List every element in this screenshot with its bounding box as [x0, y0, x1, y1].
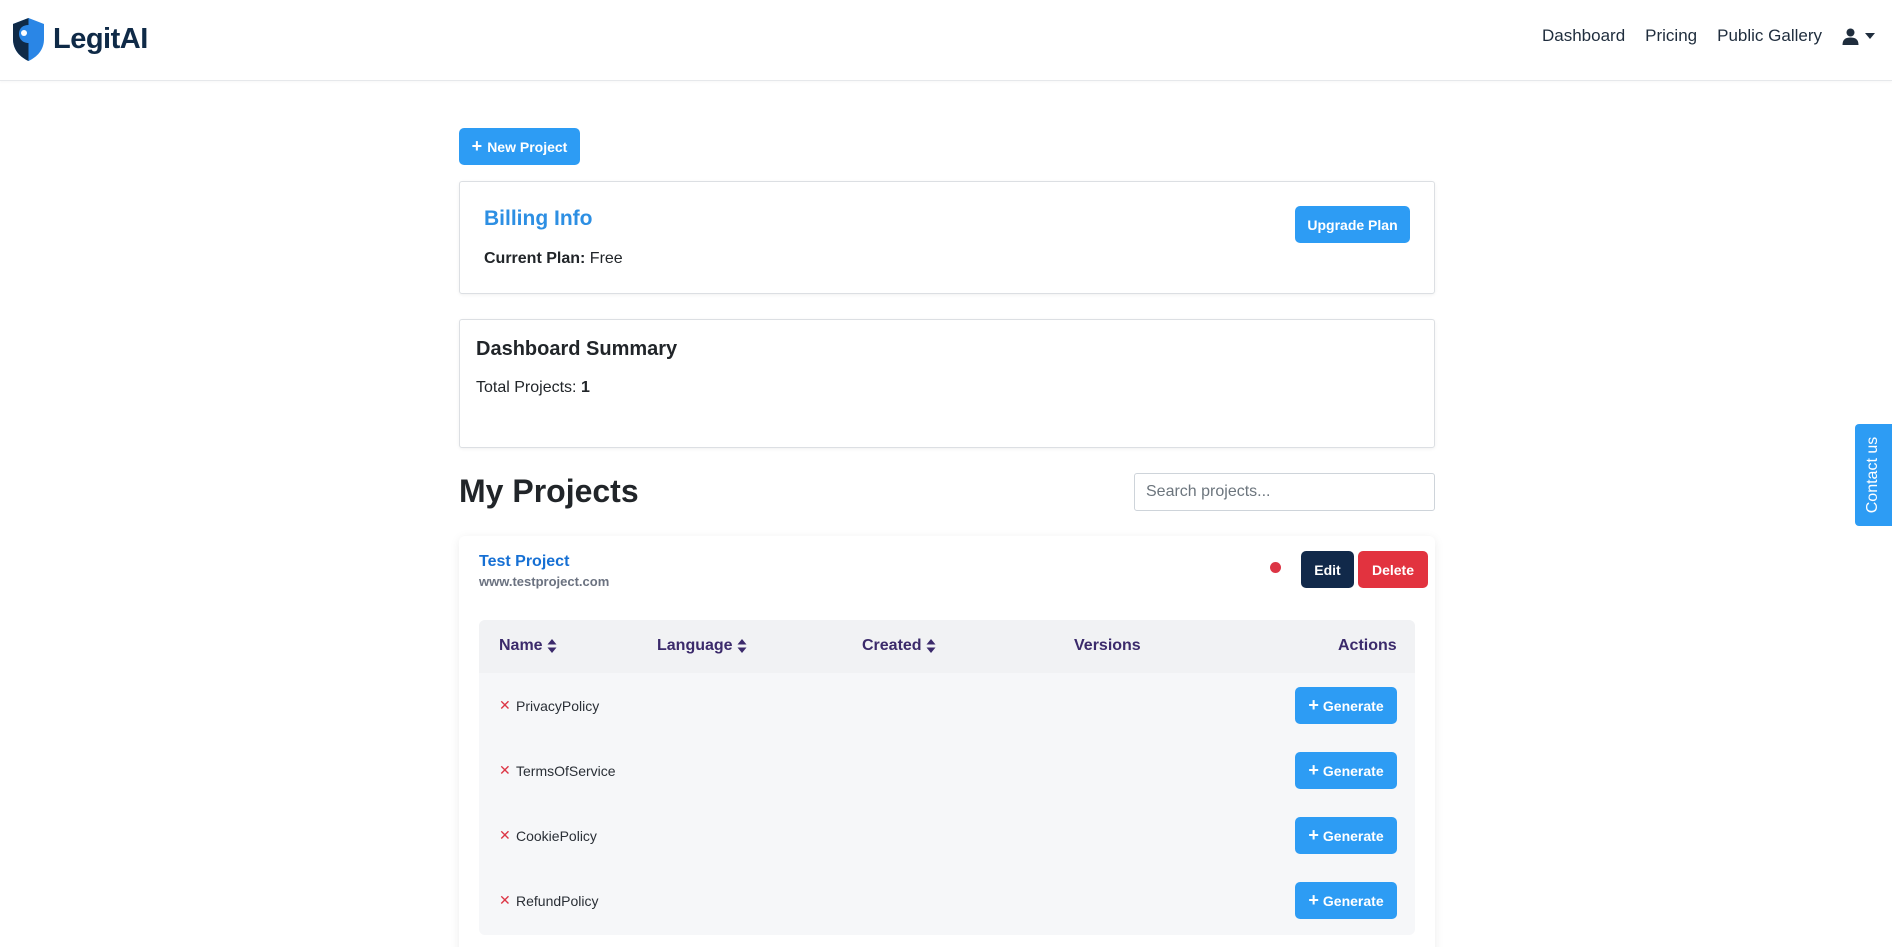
document-name: ✕ PrivacyPolicy: [499, 697, 599, 714]
close-icon: ✕: [499, 697, 511, 713]
plus-icon: +: [1308, 824, 1319, 845]
column-actions: Actions: [1338, 637, 1397, 655]
generate-button[interactable]: + Generate: [1295, 752, 1397, 789]
column-name[interactable]: Name: [499, 637, 557, 655]
chevron-down-icon: [1865, 33, 1875, 39]
generate-label: Generate: [1322, 762, 1384, 779]
project-url: www.testproject.com: [479, 574, 610, 589]
column-language[interactable]: Language: [657, 637, 747, 655]
sort-icon: [737, 639, 747, 653]
document-name: ✕ RefundPolicy: [499, 892, 599, 909]
plus-icon: +: [1308, 759, 1319, 780]
document-name-label: RefundPolicy: [516, 892, 599, 909]
generate-label: Generate: [1322, 892, 1384, 909]
project-card: Test Project www.testproject.com Edit De…: [459, 536, 1435, 947]
top-navbar: LegitAI Dashboard Pricing Public Gallery: [0, 0, 1892, 81]
generate-label: Generate: [1322, 827, 1384, 844]
sort-icon: [926, 639, 936, 653]
table-row: ✕ TermsOfService + Generate: [479, 738, 1415, 803]
shield-logo-icon: [13, 18, 44, 61]
new-project-button[interactable]: + New Project: [459, 128, 580, 165]
nav-dashboard[interactable]: Dashboard: [1542, 26, 1625, 46]
column-versions-label: Versions: [1074, 637, 1141, 654]
current-plan-label: Current Plan:: [484, 250, 586, 267]
generate-button[interactable]: + Generate: [1295, 687, 1397, 724]
user-menu-toggle[interactable]: [1842, 28, 1875, 45]
table-row: ✕ PrivacyPolicy + Generate: [479, 673, 1415, 738]
column-language-label: Language: [657, 637, 733, 654]
user-icon: [1842, 28, 1859, 45]
column-name-label: Name: [499, 637, 543, 654]
delete-button[interactable]: Delete: [1358, 551, 1428, 588]
upgrade-plan-button[interactable]: Upgrade Plan: [1295, 206, 1410, 243]
total-projects-value: 1: [580, 379, 590, 396]
plus-icon: +: [1308, 694, 1319, 715]
generate-label: Generate: [1322, 697, 1384, 714]
brand-name: LegitAI: [53, 23, 148, 55]
total-projects: Total Projects: 1: [476, 379, 590, 397]
status-indicator: [1270, 562, 1281, 573]
current-plan: Current Plan: Free: [484, 250, 623, 268]
close-icon: ✕: [499, 827, 511, 843]
edit-button[interactable]: Edit: [1301, 551, 1354, 588]
contact-us-label: Contact us: [1864, 436, 1882, 514]
sort-icon: [547, 639, 557, 653]
contact-us-tab[interactable]: Contact us: [1855, 424, 1892, 526]
close-icon: ✕: [499, 892, 511, 908]
billing-card: Billing Info Current Plan: Free Upgrade …: [459, 181, 1435, 294]
column-versions: Versions: [1074, 637, 1141, 655]
table-header: Name Language Created Versions Actions: [479, 620, 1415, 673]
new-project-label: New Project: [487, 138, 568, 155]
documents-table: Name Language Created Versions Actions ✕…: [479, 620, 1415, 935]
column-actions-label: Actions: [1338, 637, 1397, 654]
column-created-label: Created: [862, 637, 922, 654]
nav-pricing[interactable]: Pricing: [1645, 26, 1697, 46]
project-name-link[interactable]: Test Project: [479, 553, 569, 571]
current-plan-value: Free: [589, 250, 623, 267]
brand[interactable]: LegitAI: [10, 17, 148, 62]
plus-icon: +: [471, 135, 483, 156]
document-name: ✕ TermsOfService: [499, 762, 616, 779]
billing-title: Billing Info: [484, 207, 593, 230]
table-row: ✕ RefundPolicy + Generate: [479, 868, 1415, 933]
document-name-label: CookiePolicy: [516, 827, 597, 844]
generate-button[interactable]: + Generate: [1295, 817, 1397, 854]
plus-icon: +: [1308, 889, 1319, 910]
document-name: ✕ CookiePolicy: [499, 827, 597, 844]
dashboard-summary-card: Dashboard Summary Total Projects: 1: [459, 319, 1435, 448]
table-row: ✕ CookiePolicy + Generate: [479, 803, 1415, 868]
summary-title: Dashboard Summary: [476, 338, 678, 360]
nav-public-gallery[interactable]: Public Gallery: [1717, 26, 1822, 46]
search-input[interactable]: [1134, 473, 1435, 511]
nav-links: Dashboard Pricing Public Gallery: [1542, 26, 1875, 46]
close-icon: ✕: [499, 762, 511, 778]
generate-button[interactable]: + Generate: [1295, 882, 1397, 919]
total-projects-label: Total Projects:: [476, 379, 577, 396]
column-created[interactable]: Created: [862, 637, 936, 655]
document-name-label: PrivacyPolicy: [516, 697, 600, 714]
page-title: My Projects: [459, 473, 639, 509]
document-name-label: TermsOfService: [516, 762, 616, 779]
